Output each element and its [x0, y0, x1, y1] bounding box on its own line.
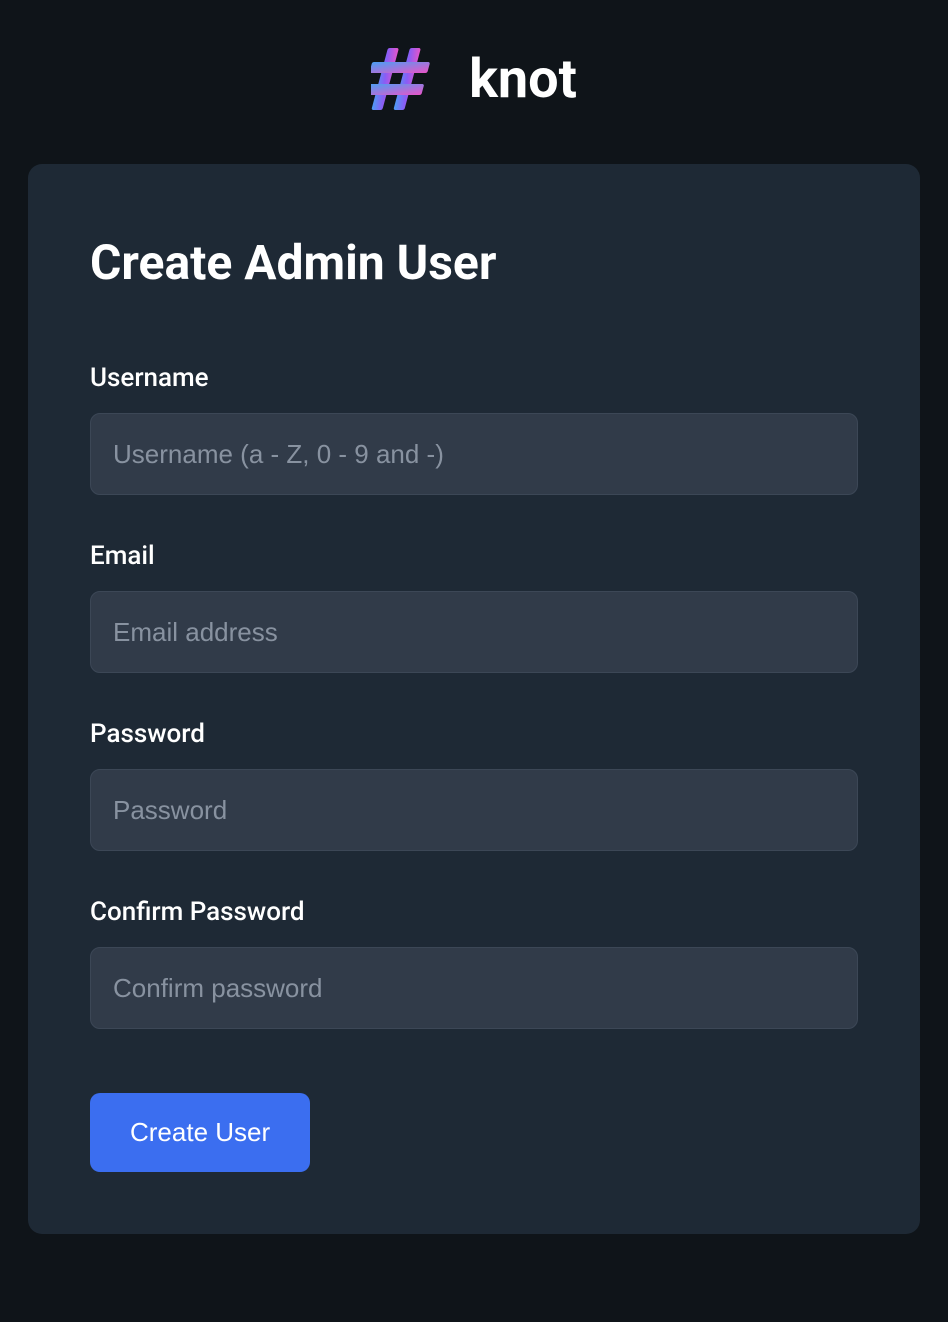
confirm-password-input[interactable] — [90, 947, 858, 1029]
username-group: Username — [90, 363, 858, 495]
email-group: Email — [90, 541, 858, 673]
password-group: Password — [90, 719, 858, 851]
create-admin-card: Create Admin User Username Email Passwor… — [28, 164, 920, 1234]
page-title: Create Admin User — [90, 234, 858, 291]
hash-logo-icon — [371, 44, 441, 114]
password-label: Password — [90, 719, 858, 749]
username-input[interactable] — [90, 413, 858, 495]
password-input[interactable] — [90, 769, 858, 851]
username-label: Username — [90, 363, 858, 393]
email-label: Email — [90, 541, 858, 571]
header: knot — [0, 0, 948, 164]
confirm-password-group: Confirm Password — [90, 897, 858, 1029]
app-name: knot — [469, 48, 577, 111]
email-input[interactable] — [90, 591, 858, 673]
confirm-password-label: Confirm Password — [90, 897, 858, 927]
create-user-button[interactable]: Create User — [90, 1093, 310, 1172]
